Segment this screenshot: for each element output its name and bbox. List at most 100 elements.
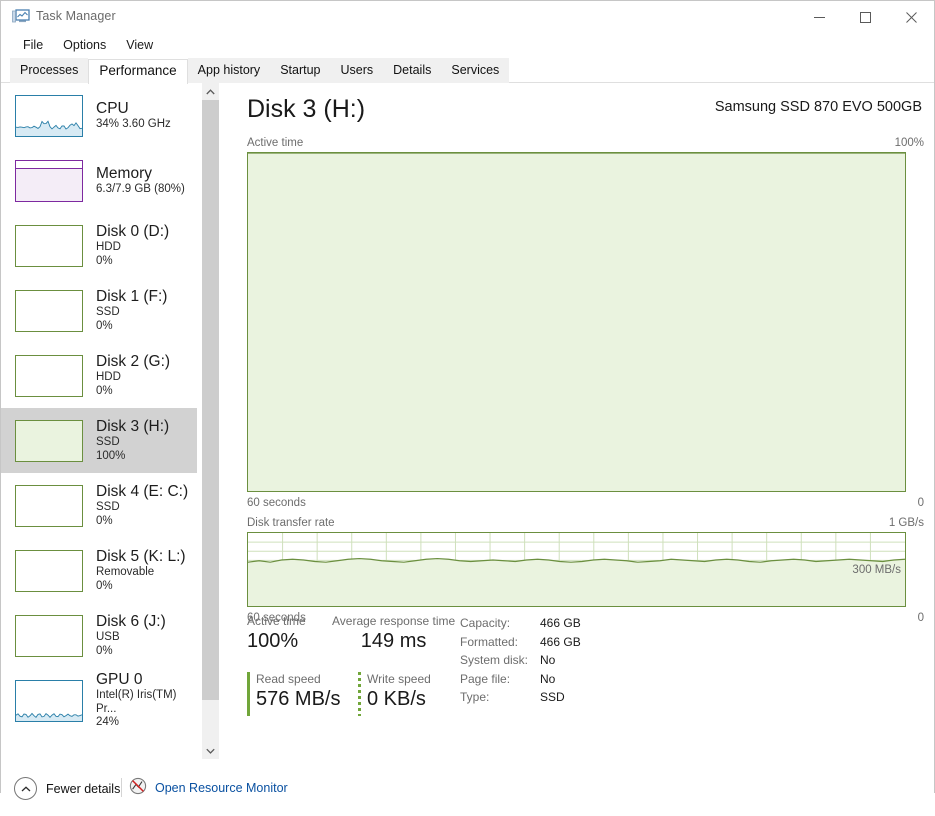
sidebar-item-sublabel: Removable: [96, 566, 155, 579]
sidebar-item-text: CPU 34% 3.60 GHz: [96, 100, 171, 132]
resource-sidebar: CPU 34% 3.60 GHz Memory 6.3/7.9 GB (80%) Dis…: [1, 83, 219, 759]
detail-panel: Disk 3 (H:) Samsung SSD 870 EVO 500GB Ac…: [228, 83, 934, 759]
disk-detail-value: No: [540, 671, 556, 686]
scrollbar-thumb[interactable]: [202, 100, 219, 700]
fewer-details-label: Fewer details: [46, 781, 121, 796]
sidebar-item-label: Disk 6 (J:): [96, 612, 166, 630]
sidebar-item-label: Disk 3 (H:): [96, 417, 170, 435]
chevron-up-icon: [14, 777, 37, 800]
sidebar-item-label: Disk 4 (E: C:): [96, 482, 189, 500]
sidebar-item-text: Disk 2 (G:) HDD 0%: [96, 353, 170, 398]
disk-detail-value: SSD: [540, 690, 565, 705]
sidebar-thumbnail: [15, 94, 83, 137]
write-speed-stat: Write speed 0 KB/s: [358, 672, 431, 716]
sidebar-item-usage: 100%: [96, 449, 126, 462]
footer-divider: [121, 778, 122, 797]
tab-performance[interactable]: Performance: [88, 59, 188, 84]
sidebar-item-label: CPU: [96, 99, 129, 117]
transfer-rate-graph-max: 1 GB/s: [888, 517, 924, 529]
sidebar-item-disk-4-e-c[interactable]: Disk 4 (E: C:) SSD 0%: [1, 473, 197, 538]
sidebar-item-sublabel: 6.3/7.9 GB (80%): [96, 182, 185, 195]
active-time-stat-value: 100%: [247, 630, 299, 652]
sidebar-item-usage: 0%: [96, 514, 113, 527]
sidebar-item-disk-5-k-l[interactable]: Disk 5 (K: L:) Removable 0%: [1, 538, 197, 603]
response-time-stat-label: Average response time: [332, 614, 456, 628]
sidebar-thumbnail-fill: [16, 168, 82, 201]
write-speed-stat-label: Write speed: [367, 672, 431, 686]
sidebar-item-text: GPU 0 Intel(R) Iris(TM) Pr... 24%: [96, 671, 197, 730]
sidebar-item-label: Disk 5 (K: L:): [96, 547, 186, 565]
sidebar-item-text: Disk 1 (F:) SSD 0%: [96, 288, 167, 333]
disk-detail-row: System disk: No: [460, 651, 581, 670]
sidebar-item-disk-1-f[interactable]: Disk 1 (F:) SSD 0%: [1, 278, 197, 343]
detail-header: Disk 3 (H:) Samsung SSD 870 EVO 500GB: [247, 93, 922, 133]
active-time-graph-time: 60 seconds: [247, 497, 306, 509]
disk-detail-value: 466 GB: [540, 616, 581, 631]
response-time-stat: Average response time 149 ms: [332, 614, 455, 654]
write-speed-marker: [358, 672, 361, 716]
sidebar-item-label: Disk 2 (G:): [96, 352, 171, 370]
sidebar-thumbnail-line: [16, 167, 82, 169]
menu-bar: File Options View: [1, 33, 934, 57]
fewer-details-button[interactable]: Fewer details: [14, 777, 120, 800]
open-resource-monitor-link[interactable]: Open Resource Monitor: [129, 777, 288, 798]
resource-monitor-label: Open Resource Monitor: [155, 780, 288, 795]
maximize-button[interactable]: [842, 1, 888, 33]
sidebar-item-sublabel: USB: [96, 631, 120, 644]
close-button[interactable]: [888, 1, 934, 33]
disk-detail-key: Type:: [460, 690, 490, 705]
sidebar-item-sublabel: SSD: [96, 436, 120, 449]
disk-detail-value: 466 GB: [540, 634, 581, 649]
active-time-chart: [247, 152, 906, 492]
sidebar-thumbnail: [15, 354, 83, 397]
transfer-rate-graph-label: Disk transfer rate: [247, 517, 335, 529]
sidebar-item-usage: 0%: [96, 579, 113, 592]
sidebar-item-sublabel: HDD: [96, 241, 121, 254]
task-manager-window: Task Manager File Options View Processes…: [0, 0, 935, 816]
sidebar-item-cpu[interactable]: CPU 34% 3.60 GHz: [1, 83, 197, 148]
sidebar-item-disk-3-h[interactable]: Disk 3 (H:) SSD 100%: [1, 408, 197, 473]
sidebar-thumbnail: [15, 419, 83, 462]
active-time-graph-max: 100%: [894, 137, 924, 149]
tab-startup[interactable]: Startup: [270, 58, 331, 83]
window-controls: [796, 1, 934, 33]
task-manager-icon: [12, 8, 30, 25]
menu-view[interactable]: View: [116, 35, 163, 55]
sidebar-item-gpu-0[interactable]: GPU 0 Intel(R) Iris(TM) Pr... 24%: [1, 668, 197, 733]
read-speed-stat: Read speed 576 MB/s: [247, 672, 340, 716]
menu-file[interactable]: File: [13, 35, 53, 55]
tab-users[interactable]: Users: [330, 58, 384, 83]
disk-detail-row: Page file: No: [460, 670, 581, 689]
stats-area: Active time 100% Average response time 1…: [247, 614, 924, 729]
disk-detail-key: Page file:: [460, 671, 511, 686]
disk-detail-row: Capacity: 466 GB: [460, 614, 581, 633]
device-model: Samsung SSD 870 EVO 500GB: [714, 99, 922, 115]
active-time-stat: Active time 100%: [247, 614, 306, 654]
active-time-graph-label: Active time: [247, 137, 304, 149]
disk-detail-key: Formatted:: [460, 634, 519, 649]
sidebar-item-disk-2-g[interactable]: Disk 2 (G:) HDD 0%: [1, 343, 197, 408]
tab-processes[interactable]: Processes: [10, 58, 89, 83]
sidebar-item-usage: 0%: [96, 319, 113, 332]
scroll-down-icon[interactable]: [202, 742, 219, 759]
sidebar-item-disk-0-d[interactable]: Disk 0 (D:) HDD 0%: [1, 213, 197, 278]
sidebar-item-sublabel: SSD: [96, 501, 120, 514]
sidebar-item-usage: 0%: [96, 384, 113, 397]
sidebar-item-memory[interactable]: Memory 6.3/7.9 GB (80%): [1, 148, 197, 213]
tab-details[interactable]: Details: [383, 58, 442, 83]
title-bar: Task Manager: [1, 1, 934, 33]
sidebar-item-usage: 0%: [96, 644, 113, 657]
menu-options[interactable]: Options: [53, 35, 116, 55]
sidebar-thumbnail: [15, 679, 83, 722]
tab-services[interactable]: Services: [441, 58, 510, 83]
disk-detail-row: Formatted: 466 GB: [460, 633, 581, 652]
disk-detail-key: System disk:: [460, 653, 529, 668]
footer-bar: Fewer details Open Resource Monitor: [1, 759, 934, 816]
sidebar-item-disk-6-j[interactable]: Disk 6 (J:) USB 0%: [1, 603, 197, 668]
sidebar-item-usage: 0%: [96, 254, 113, 267]
sidebar-scrollbar[interactable]: [202, 83, 219, 759]
sidebar-item-sublabel: Intel(R) Iris(TM) Pr...: [96, 689, 177, 715]
tab-app-history[interactable]: App history: [187, 58, 271, 83]
scroll-up-icon[interactable]: [202, 83, 219, 100]
minimize-button[interactable]: [796, 1, 842, 33]
